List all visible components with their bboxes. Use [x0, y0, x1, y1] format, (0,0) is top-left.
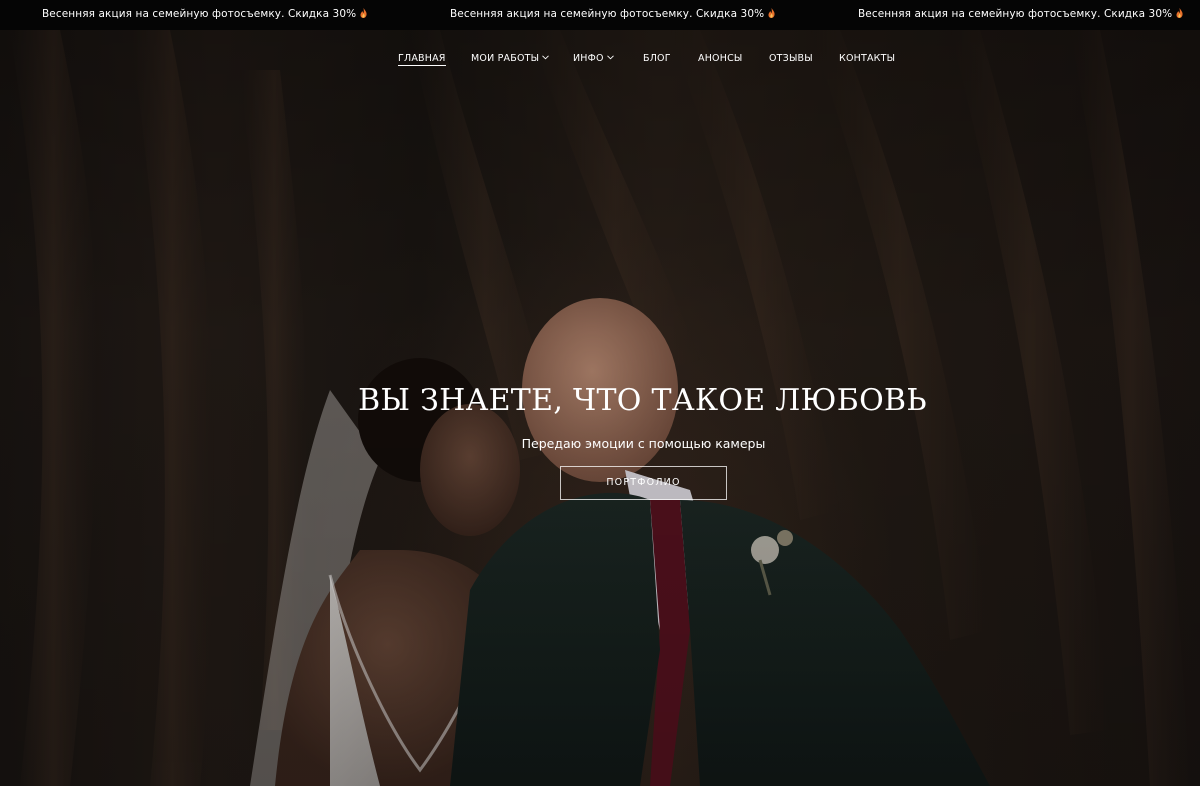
nav-item-blog[interactable]: БЛОГ — [643, 53, 671, 64]
hero-subtitle: Передаю эмоции с помощью камеры — [521, 436, 766, 451]
nav-item-label: ИНФО — [573, 53, 604, 64]
promo-text: Весенняя акция на семейную фотосъемку. С… — [42, 8, 357, 20]
fire-icon — [360, 8, 367, 18]
nav-item-contacts[interactable]: КОНТАКТЫ — [839, 53, 895, 64]
nav-item-reviews[interactable]: ОТЗЫВЫ — [769, 53, 813, 64]
nav-item-my-works[interactable]: МОИ РАБОТЫ — [471, 53, 550, 64]
nav-item-info[interactable]: ИНФО — [573, 53, 614, 64]
promo-item[interactable]: Весенняя акция на семейную фотосъемку. С… — [858, 8, 1183, 20]
nav-item-label: БЛОГ — [643, 53, 671, 64]
chevron-down-icon — [542, 55, 550, 60]
nav-item-label: АНОНСЫ — [698, 53, 743, 64]
fire-icon — [768, 8, 775, 18]
promo-ticker: Весенняя акция на семейную фотосъемку. С… — [0, 0, 1200, 30]
nav-item-label: ГЛАВНАЯ — [398, 53, 446, 66]
promo-item[interactable]: Весенняя акция на семейную фотосъемку. С… — [450, 8, 775, 20]
chevron-down-icon — [606, 55, 614, 60]
portfolio-button[interactable]: ПОРТФОЛИО — [560, 466, 727, 500]
promo-item[interactable]: Весенняя акция на семейную фотосъемку. С… — [42, 8, 367, 20]
fire-icon — [1176, 8, 1183, 18]
promo-text: Весенняя акция на семейную фотосъемку. С… — [858, 8, 1173, 20]
nav-item-label: ОТЗЫВЫ — [769, 53, 813, 64]
nav-item-announcements[interactable]: АНОНСЫ — [698, 53, 742, 64]
nav-item-label: КОНТАКТЫ — [839, 53, 896, 64]
main-navigation: ГЛАВНАЯ МОИ РАБОТЫ ИНФО БЛОГ АНОНСЫ ОТЗЫ… — [0, 53, 1200, 69]
promo-text: Весенняя акция на семейную фотосъемку. С… — [450, 8, 765, 20]
nav-item-label: МОИ РАБОТЫ — [471, 53, 540, 64]
nav-item-home[interactable]: ГЛАВНАЯ — [398, 53, 446, 66]
hero-title: ВЫ ЗНАЕТЕ, ЧТО ТАКОЕ ЛЮБОВЬ — [358, 383, 927, 418]
page: Весенняя акция на семейную фотосъемку. С… — [0, 0, 1200, 786]
